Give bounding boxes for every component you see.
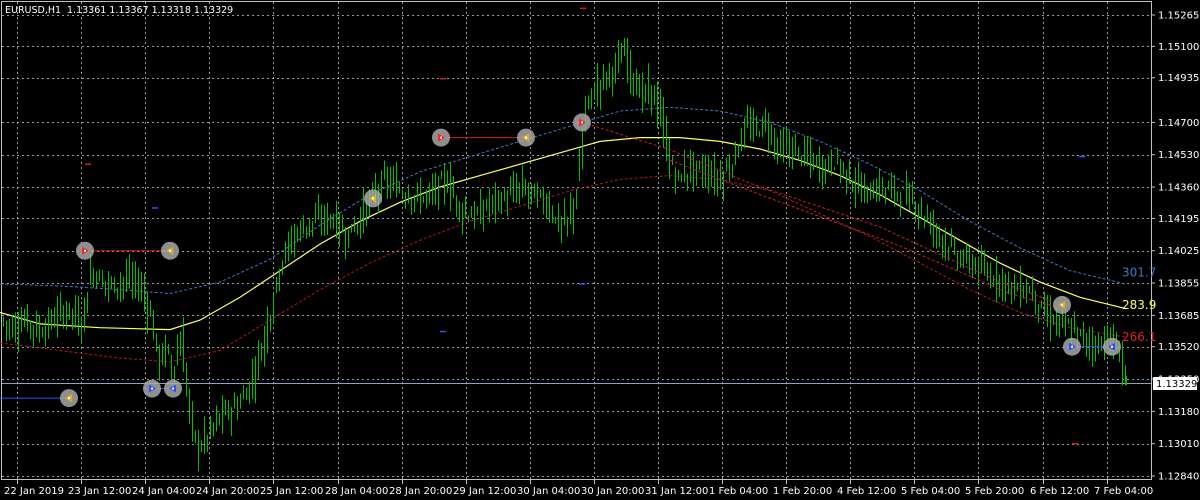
- time-tick-label: 23 Jan 12:00: [68, 486, 131, 497]
- price-tick-label: 1.14935: [1158, 73, 1199, 84]
- symbol-label: EURUSD,H1: [5, 5, 61, 16]
- trade-marker: [164, 379, 182, 398]
- price-axis: 1.15265 1.15100 1.14935 1.14700 1.14530 1.143…: [1151, 11, 1199, 483]
- time-tick-label: 31 Jan 12:00: [645, 486, 708, 497]
- trade-marker: [517, 128, 535, 147]
- time-tick-label: 4 Feb 12:00: [837, 486, 896, 497]
- time-tick-label: 22 Jan 2019: [4, 486, 64, 497]
- marker-dot: [84, 249, 86, 252]
- trade-marker: [161, 241, 179, 260]
- indicator-value-labels: 301.7 283.9 266.1: [1122, 266, 1156, 345]
- ohlc-values: 1.13361 1.13367 1.13318 1.13329: [67, 5, 233, 16]
- trade-marker: [143, 379, 161, 398]
- chart-background: [0, 0, 1200, 500]
- marker-dot: [1111, 345, 1113, 348]
- price-tick-label: 1.13685: [1158, 311, 1199, 322]
- marker-dot: [581, 121, 583, 124]
- marker-dot: [172, 387, 174, 390]
- price-tick-label: 1.13010: [1158, 439, 1199, 450]
- price-tick-label: 1.13520: [1158, 342, 1199, 353]
- time-tick-label: 24 Jan 04:00: [132, 486, 195, 497]
- price-tick-label: 1.13180: [1158, 407, 1199, 418]
- marker-dot: [169, 249, 171, 252]
- trade-marker: [364, 189, 382, 208]
- chart-canvas: 1.15265 1.15100 1.14935 1.14700 1.14530 1.143…: [0, 0, 1200, 500]
- time-tick-label: 7 Feb 04:00: [1094, 486, 1153, 497]
- trade-marker: [1063, 337, 1081, 356]
- current-price-box: 1.13329: [1153, 377, 1197, 390]
- time-tick-label: 5 Feb 04:00: [901, 486, 960, 497]
- time-tick-label: 6 Feb 12:00: [1030, 486, 1089, 497]
- price-tick-label: 1.14195: [1158, 214, 1199, 225]
- symbol-header: EURUSD,H1 1.13361 1.13367 1.13318 1.1332…: [5, 5, 233, 16]
- price-tick-label: 1.15100: [1158, 42, 1199, 53]
- current-price-label: 1.13329: [1156, 379, 1197, 390]
- trade-marker: [1103, 337, 1121, 356]
- indicator-value-label: 266.1: [1122, 330, 1156, 344]
- time-tick-label: 29 Jan 12:00: [453, 486, 516, 497]
- price-tick-label: 1.14360: [1158, 183, 1199, 194]
- marker-dot: [1071, 345, 1073, 348]
- trade-marker: [76, 241, 94, 260]
- trade-marker: [60, 389, 78, 408]
- price-tick-label: 1.14530: [1158, 150, 1199, 161]
- marker-dot: [68, 397, 70, 400]
- price-tick-label: 1.15265: [1158, 11, 1199, 22]
- price-tick-label: 1.12840: [1158, 472, 1199, 483]
- indicator-value-label: 283.9: [1122, 298, 1156, 312]
- marker-dot: [525, 136, 527, 139]
- trade-marker: [432, 128, 450, 147]
- marker-dot: [372, 197, 374, 200]
- time-tick-label: 30 Jan 20:00: [581, 486, 644, 497]
- time-tick-label: 24 Jan 20:00: [196, 486, 259, 497]
- trade-marker: [573, 113, 591, 132]
- time-tick-label: 25 Jan 12:00: [260, 486, 323, 497]
- time-tick-label: 30 Jan 04:00: [517, 486, 580, 497]
- marker-dot: [151, 387, 153, 390]
- marker-dot: [440, 136, 442, 139]
- time-tick-label: 28 Jan 20:00: [389, 486, 452, 497]
- price-tick-label: 1.13855: [1158, 279, 1199, 290]
- time-tick-label: 1 Feb 20:00: [773, 486, 832, 497]
- time-tick-label: 28 Jan 04:00: [325, 486, 388, 497]
- indicator-value-label: 301.7: [1122, 266, 1156, 280]
- time-tick-label: 5 Feb 20:00: [965, 486, 1024, 497]
- price-tick-label: 1.14700: [1158, 118, 1199, 129]
- price-tick-label: 1.14025: [1158, 246, 1199, 257]
- trade-marker: [1053, 295, 1071, 314]
- time-tick-label: 1 Feb 04:00: [709, 486, 768, 497]
- marker-dot: [1061, 303, 1063, 306]
